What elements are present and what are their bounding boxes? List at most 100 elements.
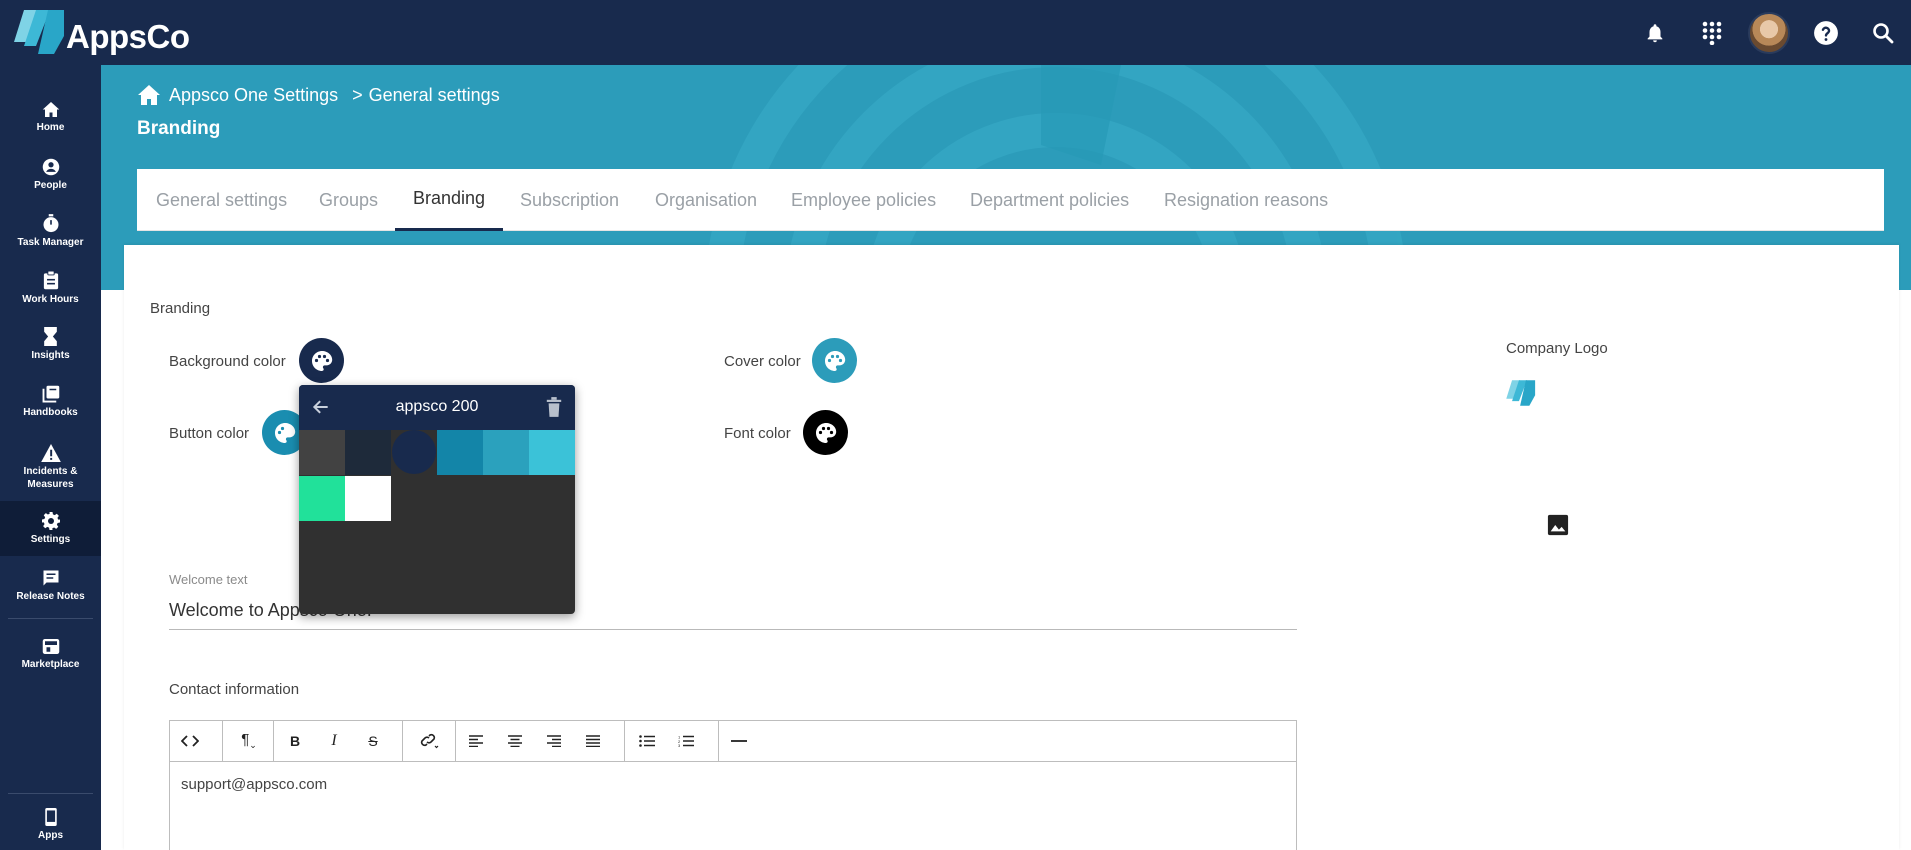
company-logo-image (1506, 380, 1536, 406)
sidebar-item-label: Incidents & (23, 465, 78, 477)
contact-information-label: Contact information (169, 681, 300, 698)
sidebar-divider (8, 793, 93, 794)
paragraph-format-button[interactable]: ¶⌄ (226, 721, 272, 761)
settings-tabs: General settings Groups Branding Subscri… (137, 169, 1884, 231)
palette-icon (274, 422, 295, 443)
color-picker-popup: appsco 200 (299, 385, 575, 614)
color-swatch[interactable] (299, 430, 345, 475)
tab-groups[interactable]: Groups (319, 169, 378, 231)
color-swatch-selected[interactable] (391, 430, 437, 475)
sidebar-item-incidents-measures[interactable]: Incidents & Measures (0, 432, 101, 502)
bold-button[interactable]: B (278, 721, 312, 761)
align-center-button[interactable] (498, 721, 532, 761)
breadcrumb-root-link[interactable]: Appsco One Settings (169, 85, 338, 106)
bullet-list-icon (639, 735, 655, 747)
sidebar-item-label: Marketplace (21, 659, 80, 670)
clipboard-icon (43, 271, 58, 290)
top-bar: AppsCo (0, 0, 1911, 65)
align-justify-button[interactable] (576, 721, 610, 761)
ordered-list-button[interactable]: 123 (669, 721, 703, 761)
breadcrumb-current[interactable]: General settings (369, 85, 500, 106)
books-icon (42, 385, 59, 402)
picker-delete-button[interactable] (545, 397, 563, 422)
gear-icon (41, 511, 60, 530)
background-color-button[interactable] (299, 338, 344, 383)
welcome-text-label: Welcome text (169, 572, 248, 587)
sidebar-item-label: Handbooks (23, 406, 78, 418)
toolbar-divider (273, 721, 274, 761)
page-title: Branding (137, 118, 221, 139)
sidebar-item-label-line2: Measures (27, 478, 74, 490)
align-left-button[interactable] (459, 721, 493, 761)
color-swatch[interactable] (483, 430, 529, 475)
tab-resignation-reasons[interactable]: Resignation reasons (1164, 169, 1328, 231)
store-icon (42, 639, 59, 654)
sidebar-item-label: People (34, 179, 67, 191)
strikethrough-button[interactable]: S (356, 721, 390, 761)
align-right-button[interactable] (537, 721, 571, 761)
apps-grid-button[interactable] (1683, 0, 1740, 65)
color-swatch[interactable] (345, 430, 391, 475)
sidebar-item-settings[interactable]: Settings (0, 501, 101, 556)
person-icon (42, 158, 59, 175)
code-view-button[interactable] (173, 721, 207, 761)
sidebar-item-home[interactable]: Home (0, 90, 101, 145)
app-logo[interactable]: AppsCo (14, 4, 190, 60)
link-button[interactable] (406, 721, 452, 761)
background-color-label: Background color (169, 353, 286, 370)
tab-subscription[interactable]: Subscription (520, 169, 619, 231)
sidebar-divider (8, 618, 93, 619)
notifications-button[interactable] (1626, 0, 1683, 65)
tab-branding[interactable]: Branding (395, 169, 504, 231)
sidebar-item-handbooks[interactable]: Handbooks (0, 374, 101, 429)
horizontal-rule-button[interactable] (722, 721, 756, 761)
sidebar-item-label: Apps (38, 829, 63, 841)
user-avatar-button[interactable] (1740, 0, 1797, 65)
svg-text:3: 3 (678, 743, 681, 747)
search-icon (1872, 22, 1893, 43)
sidebar-item-label: Task Manager (17, 237, 84, 248)
home-icon[interactable] (137, 84, 161, 106)
sidebar-item-label: Work Hours (22, 294, 79, 305)
tab-general-settings[interactable]: General settings (156, 169, 287, 231)
help-icon (1813, 20, 1838, 45)
sidebar-item-task-manager[interactable]: Task Manager (0, 204, 101, 259)
color-swatch[interactable] (529, 430, 575, 475)
upload-logo-button[interactable] (1545, 512, 1571, 538)
font-color-label: Font color (724, 425, 791, 442)
section-title: Branding (150, 300, 211, 317)
color-swatch[interactable] (345, 476, 391, 521)
font-color-button[interactable] (803, 410, 848, 455)
bullet-list-button[interactable] (630, 721, 664, 761)
tab-employee-policies[interactable]: Employee policies (791, 169, 936, 231)
toolbar-divider (402, 721, 403, 761)
align-justify-icon (586, 735, 600, 747)
avatar (1747, 11, 1790, 54)
button-color-label: Button color (169, 425, 250, 442)
sidebar-item-work-hours[interactable]: Work Hours (0, 261, 101, 316)
cover-color-button[interactable] (812, 338, 857, 383)
sidebar-item-people[interactable]: People (0, 147, 101, 202)
hourglass-icon (44, 327, 57, 346)
color-picker-title: appsco 200 (395, 398, 479, 415)
palette-icon (824, 350, 845, 371)
sidebar-item-insights[interactable]: Insights (0, 317, 101, 372)
selected-color-indicator (392, 430, 436, 474)
color-swatch[interactable] (299, 476, 345, 521)
color-swatch[interactable] (437, 430, 483, 475)
sidebar-item-marketplace[interactable]: Marketplace (0, 627, 101, 682)
help-button[interactable] (1797, 0, 1854, 65)
sidebar-item-release-notes[interactable]: Release Notes (0, 558, 101, 613)
italic-button[interactable]: I (317, 721, 351, 761)
breadcrumb: Appsco One Settings > General settings (137, 84, 500, 106)
editor-content[interactable]: support@appsco.com (170, 762, 1296, 807)
sidebar-item-apps[interactable]: Apps (0, 797, 101, 850)
toolbar-divider (624, 721, 625, 761)
tab-department-policies[interactable]: Department policies (970, 169, 1129, 231)
tab-organisation[interactable]: Organisation (655, 169, 757, 231)
align-left-icon (469, 735, 483, 747)
bold-icon: B (289, 733, 301, 749)
ordered-list-icon: 123 (678, 735, 694, 747)
search-button[interactable] (1854, 0, 1911, 65)
notes-icon (43, 570, 58, 585)
